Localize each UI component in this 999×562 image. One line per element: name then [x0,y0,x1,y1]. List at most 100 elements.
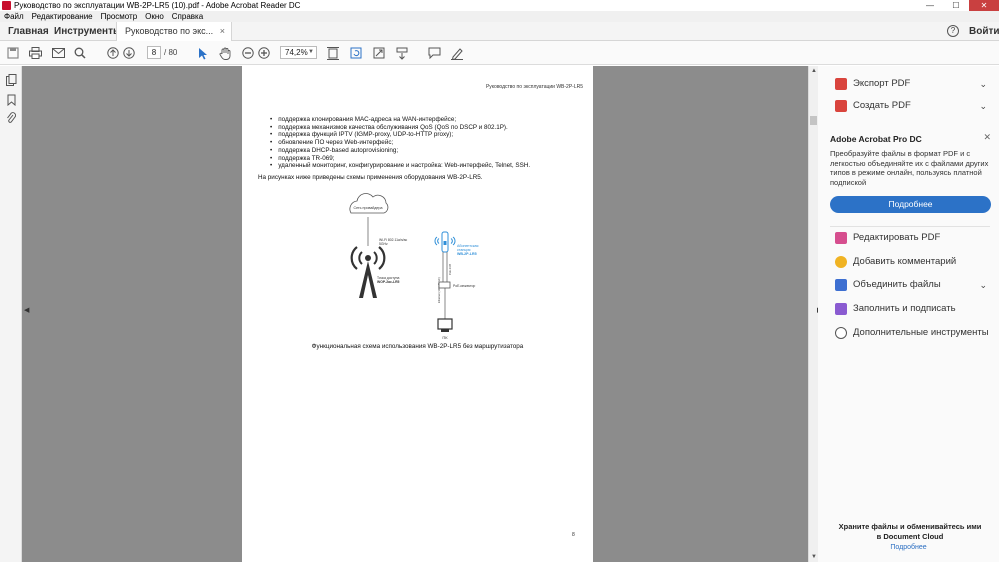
chevron-down-icon: ▼ [308,49,314,55]
attachment-icon[interactable] [5,112,17,124]
combine-files-label: Объединить файлы [853,279,941,290]
divider [830,226,990,227]
toolbar: 8 / 80 74,2% ▼ [0,41,999,65]
feature-list: поддержка клонирования MAC-адреса на WAN… [270,116,530,170]
figure-caption: Функциональная схема использования WB-2P… [311,343,524,350]
menu-edit[interactable]: Редактирование [28,11,97,22]
poe-label: PoE-инжектор [453,284,475,288]
minimize-button[interactable]: — [917,0,943,11]
chevron-down-icon[interactable]: ⌄ [979,96,987,116]
left-navigation-rail [0,66,22,562]
email-icon[interactable] [51,46,65,60]
create-pdf-label: Создать PDF [853,100,911,111]
chevron-down-icon[interactable]: ⌄ [979,74,987,94]
search-icon[interactable] [73,46,87,60]
fit-page-icon[interactable] [326,46,340,60]
comment-bubble-icon [835,256,847,268]
create-pdf-item[interactable]: Создать PDF ⌄ [818,96,999,116]
page-total: / 80 [164,48,178,57]
zoom-out-icon[interactable] [241,46,255,60]
create-pdf-icon [835,100,847,112]
menu-window[interactable]: Окно [141,11,168,22]
document-cloud-link[interactable]: Подробнее [818,544,999,551]
menu-bar: Файл Редактирование Просмотр Окно Справк… [0,11,999,22]
comment-icon[interactable] [427,46,441,60]
access-point-icon [350,246,386,298]
fill-sign-pen-icon [835,303,847,315]
vertical-scrollbar[interactable]: ▲ ▼ [808,66,818,562]
close-tab-icon[interactable]: × [220,22,225,41]
fill-sign-item[interactable]: Заполнить и подписать [818,299,999,319]
promo-title: Adobe Acrobat Pro DC [830,134,922,144]
cable-label-ethernet: Ethernet (100 Мбит/с) [437,277,441,303]
add-comment-item[interactable]: Добавить комментарий [818,252,999,272]
list-item: поддержка DHCP-based autoprovisioning; [270,147,530,155]
help-icon[interactable]: ? [947,25,959,37]
combine-files-icon [835,279,847,291]
poe-injector-icon [438,281,451,289]
access-point-label-2: WOP-2ac-LR5 [377,280,400,284]
promo-text: Преобразуйте файлы в формат PDF и с легк… [830,149,989,187]
pc-icon [437,318,453,332]
more-tools-label: Дополнительные инструменты [853,327,989,338]
signin-button[interactable]: Войти [969,22,999,41]
learn-more-button[interactable]: Подробнее [830,196,991,213]
zoom-level-select[interactable]: 74,2% ▼ [280,46,317,59]
station-label-3: WB-2P-LR5 [457,252,477,256]
plus-circle-icon [835,327,847,339]
maximize-button[interactable]: ☐ [943,0,969,11]
chevron-down-icon[interactable]: ⌄ [979,275,987,295]
document-cloud-title: Храните файлы и обменивайтесь ими в Docu… [838,522,982,541]
combine-files-item[interactable]: Объединить файлы ⌄ [818,275,999,295]
sign-pen-icon[interactable] [450,46,464,60]
title-bar: Руководство по эксплуатации WB-2P-LR5 (1… [0,0,999,11]
add-comment-label: Добавить комментарий [853,256,957,267]
collapse-left-panel-icon[interactable]: ◀ [24,306,29,314]
next-page-icon[interactable] [122,46,136,60]
close-icon[interactable]: ✕ [983,132,991,143]
more-tools-item[interactable]: Дополнительные инструменты [818,323,999,343]
tab-home[interactable]: Главная [8,22,49,41]
print-icon[interactable] [28,46,42,60]
provider-cloud-shape [349,193,389,214]
zoom-level-value: 74,2% [285,48,308,57]
page-header: Руководство по эксплуатации WB-2P-LR5 [485,84,583,90]
menu-file[interactable]: Файл [0,11,28,22]
rotate-view-icon[interactable] [349,46,363,60]
list-item: поддержка клонирования MAC-адреса на WAN… [270,116,530,124]
edit-pdf-icon [835,232,847,244]
close-window-button[interactable]: ✕ [969,0,999,11]
list-item: обновление ПО через Web-интерфейс; [270,139,530,147]
select-cursor-icon[interactable] [196,46,210,60]
export-pdf-label: Экспорт PDF [853,78,911,89]
fill-sign-label: Заполнить и подписать [853,303,956,314]
export-pdf-item[interactable]: Экспорт PDF ⌄ [818,74,999,94]
subscriber-station-icon [434,231,456,253]
network-diagram: Сеть провайдера Wi-Fi 802.11a/n/ac 5GHz … [349,193,478,340]
page-number-input[interactable]: 8 [147,46,161,59]
zoom-in-icon[interactable] [257,46,271,60]
page-number: 8 [572,532,575,538]
document-tab-label: Руководство по экс... [125,26,214,36]
edit-pdf-label: Редактировать PDF [853,232,941,243]
export-pdf-icon [835,78,847,90]
tab-tools[interactable]: Инструменты [54,22,122,41]
previous-page-icon[interactable] [106,46,120,60]
scrollbar-thumb[interactable] [810,116,817,125]
full-screen-icon[interactable] [372,46,386,60]
pc-label: ПК [442,335,448,340]
menu-help[interactable]: Справка [168,11,207,22]
cable-label-poe: PoE 24 В [448,264,452,275]
bookmark-icon[interactable] [5,94,17,107]
pdf-page: Руководство по эксплуатации WB-2P-LR5 по… [242,66,593,562]
list-item: поддержка функций IPTV (IGMP-proxy, UDP-… [270,131,530,139]
edit-pdf-item[interactable]: Редактировать PDF [818,228,999,248]
menu-view[interactable]: Просмотр [97,11,142,22]
page-thumbnails-icon[interactable] [5,74,17,86]
tab-document[interactable]: Руководство по экс... × [116,22,232,42]
scroll-mode-icon[interactable] [395,46,409,60]
wifi-label-2: 5GHz [379,242,388,246]
body-paragraph: На рисунках ниже приведены схемы примене… [258,174,483,181]
save-icon[interactable] [6,46,20,60]
hand-tool-icon[interactable] [218,46,232,60]
